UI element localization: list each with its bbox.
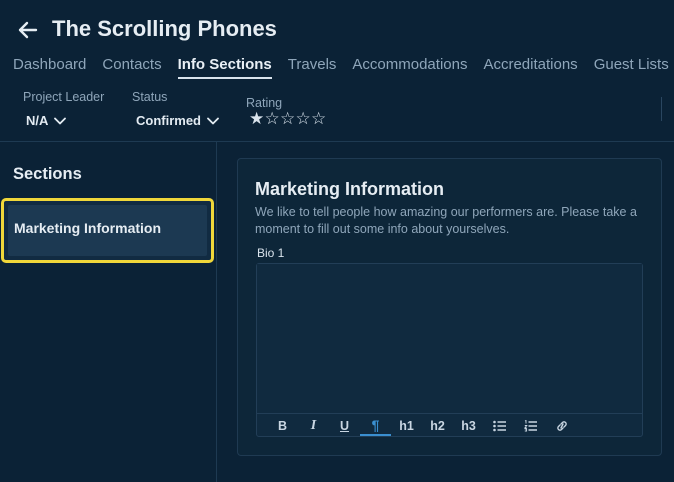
bullet-list-button[interactable] — [484, 416, 515, 436]
divider — [661, 97, 662, 121]
status-value: Confirmed — [136, 113, 201, 128]
sidebar-item-label: Marketing Information — [14, 220, 162, 236]
ordered-list-icon — [523, 420, 537, 432]
heading-2-button[interactable]: h2 — [422, 416, 453, 436]
star-empty-icon[interactable]: ☆ — [265, 110, 281, 128]
tab-dashboard[interactable]: Dashboard — [13, 56, 86, 79]
tab-bar: Dashboard Contacts Info Sections Travels… — [13, 56, 674, 79]
chevron-down-icon — [207, 117, 219, 124]
link-button[interactable] — [546, 416, 577, 436]
tab-travels[interactable]: Travels — [288, 56, 337, 79]
underline-button[interactable]: U — [329, 416, 360, 436]
heading-3-button[interactable]: h3 — [453, 416, 484, 436]
tab-accreditations[interactable]: Accreditations — [483, 56, 577, 79]
editor-toolbar: B I U ¶ h1 h2 h3 — [267, 416, 577, 436]
page-header: The Scrolling Phones Dashboard Contacts … — [0, 0, 674, 142]
link-icon — [556, 421, 567, 431]
bio-rich-text-editor: B I U ¶ h1 h2 h3 — [256, 263, 643, 437]
tab-accommodations[interactable]: Accommodations — [352, 56, 467, 79]
tab-contacts[interactable]: Contacts — [102, 56, 161, 79]
star-filled-icon[interactable]: ★ — [249, 110, 265, 128]
sidebar-item-marketing-information[interactable]: Marketing Information — [1, 198, 214, 263]
back-arrow-icon[interactable] — [16, 18, 40, 42]
sidebar-title: Sections — [13, 165, 82, 183]
heading-1-button[interactable]: h1 — [391, 416, 422, 436]
chevron-down-icon — [54, 117, 67, 124]
section-card: Marketing Information We like to tell pe… — [237, 158, 662, 456]
bold-button[interactable]: B — [267, 416, 298, 436]
status-dropdown[interactable]: Confirmed — [136, 113, 219, 128]
project-leader-label: Project Leader — [23, 90, 105, 104]
rating-label: Rating — [246, 96, 283, 110]
tab-guest-lists[interactable]: Guest Lists — [594, 56, 669, 79]
ordered-list-button[interactable] — [515, 416, 546, 436]
italic-button[interactable]: I — [298, 416, 329, 436]
rating-stars[interactable]: ★ ☆ ☆ ☆ ☆ — [249, 110, 327, 128]
project-leader-dropdown[interactable]: N/A — [26, 113, 67, 128]
tab-info-sections[interactable]: Info Sections — [177, 56, 272, 79]
bio-field-label: Bio 1 — [257, 246, 285, 260]
star-empty-icon[interactable]: ☆ — [280, 110, 296, 128]
status-label: Status — [132, 90, 168, 104]
section-description: We like to tell people how amazing our p… — [255, 205, 637, 236]
page-title: The Scrolling Phones — [52, 16, 277, 41]
star-empty-icon[interactable]: ☆ — [296, 110, 312, 128]
section-title: Marketing Information — [255, 179, 445, 199]
bio-text-area[interactable] — [257, 264, 642, 414]
bullet-list-icon — [492, 420, 506, 432]
sections-sidebar: Sections Marketing Information — [0, 142, 217, 482]
project-leader-value: N/A — [26, 113, 49, 128]
star-empty-icon[interactable]: ☆ — [311, 110, 327, 128]
paragraph-button[interactable]: ¶ — [360, 416, 391, 436]
